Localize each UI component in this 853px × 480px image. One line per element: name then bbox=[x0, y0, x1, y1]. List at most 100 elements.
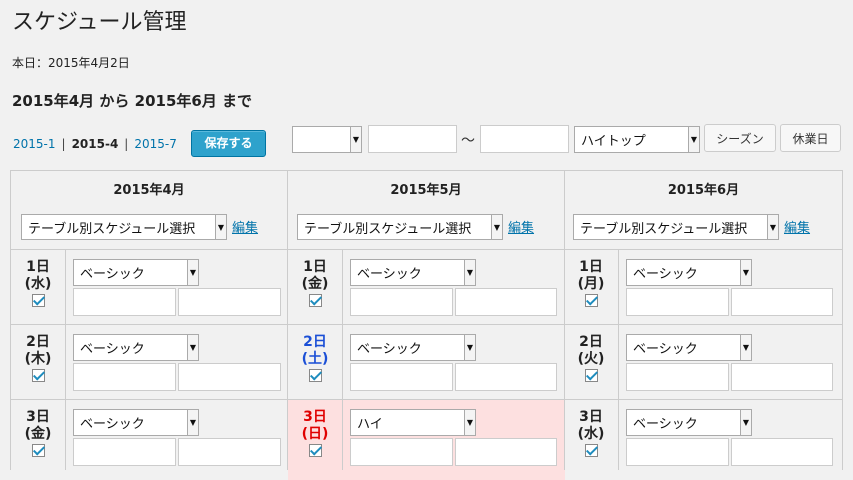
weekday-label: (日) bbox=[301, 426, 329, 442]
day-checkbox[interactable] bbox=[31, 294, 45, 307]
time-input[interactable] bbox=[455, 438, 557, 466]
pager-next-link[interactable]: 2015-7 bbox=[134, 137, 177, 151]
time-input[interactable] bbox=[626, 363, 729, 391]
chevron-down-icon: ▼ bbox=[740, 260, 751, 285]
day-checkbox[interactable] bbox=[31, 369, 45, 382]
chevron-down-icon: ▼ bbox=[187, 335, 198, 360]
weekday-label: (土) bbox=[301, 351, 329, 367]
plan-select[interactable]: ベーシック ▼ bbox=[626, 259, 752, 286]
plan-select[interactable]: ベーシック ▼ bbox=[350, 259, 476, 286]
day-checkbox[interactable] bbox=[308, 294, 322, 307]
weekday-label: (金) bbox=[24, 426, 52, 442]
time-input[interactable] bbox=[626, 288, 729, 316]
weekday-label: (火) bbox=[577, 351, 605, 367]
month-title: 2015年4月 bbox=[113, 183, 185, 198]
day-cell: 1日 (月) bbox=[566, 259, 616, 312]
schedule-grid: 2015年4月 テーブル別スケジュール選択 ▼ 編集 2015年5月 テーブル別… bbox=[10, 170, 843, 480]
weekday-label: (木) bbox=[24, 351, 52, 367]
chevron-down-icon: ▼ bbox=[350, 127, 361, 152]
date-from-input[interactable] bbox=[368, 125, 457, 153]
day-checkbox[interactable] bbox=[31, 444, 45, 457]
plan-select[interactable]: ハイ ▼ bbox=[350, 409, 476, 436]
day-number: 2日 bbox=[303, 334, 327, 350]
time-input[interactable] bbox=[73, 363, 176, 391]
day-checkbox[interactable] bbox=[584, 369, 598, 382]
pager-separator: | bbox=[61, 137, 66, 151]
chevron-down-icon: ▼ bbox=[767, 215, 778, 239]
time-input[interactable] bbox=[178, 363, 281, 391]
time-input[interactable] bbox=[178, 288, 281, 316]
edit-link[interactable]: 編集 bbox=[232, 217, 258, 236]
time-input[interactable] bbox=[350, 288, 453, 316]
day-checkbox[interactable] bbox=[584, 294, 598, 307]
plan-select[interactable]: ベーシック ▼ bbox=[73, 259, 199, 286]
day-number: 3日 bbox=[303, 409, 327, 425]
plan-select[interactable]: ベーシック ▼ bbox=[73, 334, 199, 361]
holiday-button[interactable]: 休業日 bbox=[780, 124, 841, 152]
chevron-down-icon: ▼ bbox=[740, 410, 751, 435]
weekday-label: (月) bbox=[577, 276, 605, 292]
chevron-down-icon: ▼ bbox=[688, 127, 699, 152]
pager-current: 2015-4 bbox=[71, 137, 119, 151]
day-number: 2日 bbox=[579, 334, 603, 350]
day-checkbox[interactable] bbox=[308, 444, 322, 457]
plan-select[interactable]: ベーシック ▼ bbox=[73, 409, 199, 436]
weekday-label: (水) bbox=[577, 426, 605, 442]
plan-select[interactable]: ベーシック ▼ bbox=[626, 334, 752, 361]
season-button[interactable]: シーズン bbox=[704, 124, 776, 152]
day-cell: 3日 (金) bbox=[13, 409, 63, 462]
month-title: 2015年6月 bbox=[667, 183, 740, 198]
day-number: 1日 bbox=[579, 259, 603, 275]
day-checkbox[interactable] bbox=[308, 369, 322, 382]
time-input[interactable] bbox=[178, 438, 281, 466]
time-input[interactable] bbox=[350, 363, 453, 391]
edit-link[interactable]: 編集 bbox=[784, 217, 810, 236]
chevron-down-icon: ▼ bbox=[464, 260, 475, 285]
day-cell: 1日 (金) bbox=[290, 259, 340, 312]
time-input[interactable] bbox=[626, 438, 729, 466]
day-cell: 1日 (水) bbox=[13, 259, 63, 312]
day-checkbox[interactable] bbox=[584, 444, 598, 457]
time-input[interactable] bbox=[350, 438, 453, 466]
type-select-value: ハイトップ bbox=[581, 134, 646, 149]
time-input[interactable] bbox=[731, 363, 833, 391]
type-select[interactable]: ハイトップ ▼ bbox=[574, 126, 700, 153]
day-number: 3日 bbox=[579, 409, 603, 425]
range-heading: 2015年4月 から 2015年6月 まで bbox=[12, 92, 253, 110]
edit-link[interactable]: 編集 bbox=[508, 217, 534, 236]
day-number: 3日 bbox=[26, 409, 50, 425]
time-input[interactable] bbox=[455, 363, 557, 391]
filter-select[interactable]: ▼ bbox=[292, 126, 362, 153]
save-button[interactable]: 保存する bbox=[191, 130, 266, 157]
time-input[interactable] bbox=[73, 438, 176, 466]
chevron-down-icon: ▼ bbox=[464, 335, 475, 360]
day-number: 2日 bbox=[26, 334, 50, 350]
day-cell: 2日 (木) bbox=[13, 334, 63, 387]
day-number: 1日 bbox=[26, 259, 50, 275]
chevron-down-icon: ▼ bbox=[215, 215, 226, 239]
table-schedule-select[interactable]: テーブル別スケジュール選択 ▼ bbox=[573, 214, 779, 240]
table-schedule-select[interactable]: テーブル別スケジュール選択 ▼ bbox=[21, 214, 227, 240]
time-input[interactable] bbox=[731, 438, 833, 466]
day-number: 1日 bbox=[303, 259, 327, 275]
chevron-down-icon: ▼ bbox=[187, 410, 198, 435]
page-title: スケジュール管理 bbox=[12, 10, 187, 35]
day-cell: 3日 (水) bbox=[566, 409, 616, 462]
weekday-label: (金) bbox=[301, 276, 329, 292]
time-input[interactable] bbox=[73, 288, 176, 316]
date-to-input[interactable] bbox=[480, 125, 569, 153]
period-pager: 2015-1 | 2015-4 | 2015-7 bbox=[13, 137, 177, 151]
weekday-label: (水) bbox=[24, 276, 52, 292]
table-schedule-select[interactable]: テーブル別スケジュール選択 ▼ bbox=[297, 214, 503, 240]
today-date: 本日：2015年4月2日 bbox=[12, 56, 130, 70]
plan-select[interactable]: ベーシック ▼ bbox=[626, 409, 752, 436]
day-cell: 3日 (日) bbox=[290, 409, 340, 462]
plan-select[interactable]: ベーシック ▼ bbox=[350, 334, 476, 361]
time-input[interactable] bbox=[731, 288, 833, 316]
month-title: 2015年5月 bbox=[390, 183, 462, 198]
pager-separator: | bbox=[124, 137, 129, 151]
time-input[interactable] bbox=[455, 288, 557, 316]
chevron-down-icon: ▼ bbox=[464, 410, 475, 435]
day-cell: 2日 (土) bbox=[290, 334, 340, 387]
pager-prev-link[interactable]: 2015-1 bbox=[13, 137, 56, 151]
